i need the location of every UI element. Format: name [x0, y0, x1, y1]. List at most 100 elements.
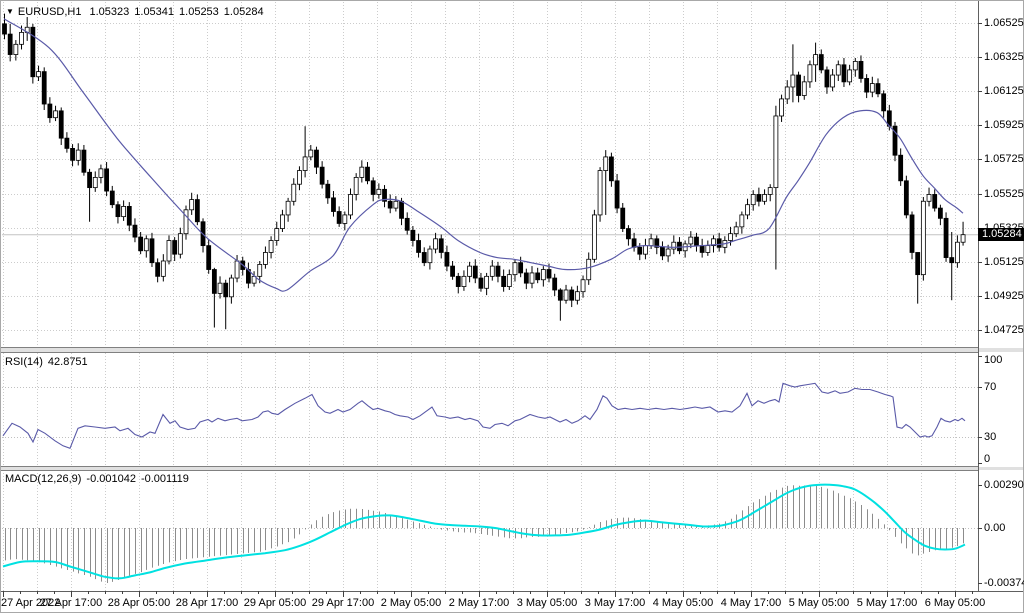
candle	[626, 229, 630, 239]
candle	[388, 201, 392, 208]
rsi-level-label: 0	[984, 453, 990, 466]
candle	[428, 249, 432, 263]
candle	[71, 148, 75, 160]
candle	[451, 266, 455, 276]
candle	[116, 205, 120, 217]
candle	[706, 246, 710, 253]
price-axis-label: 1.05925	[984, 119, 1024, 132]
candle	[763, 194, 767, 201]
candle	[598, 171, 602, 215]
candle	[621, 208, 625, 228]
panel-splitter[interactable]	[0, 467, 1024, 470]
candle	[570, 290, 574, 300]
candle	[422, 252, 426, 262]
candle	[916, 252, 920, 274]
candle	[490, 266, 494, 276]
candle	[224, 283, 228, 297]
candle	[853, 61, 857, 70]
candle	[411, 230, 415, 240]
candle	[615, 181, 619, 208]
symbol-dropdown-icon[interactable]: ▼	[6, 7, 14, 16]
candle	[632, 239, 636, 248]
candle	[93, 177, 97, 187]
candle	[82, 150, 86, 172]
candle	[496, 266, 500, 276]
chart-canvas[interactable]	[0, 0, 1024, 613]
candle	[297, 171, 301, 185]
candle	[184, 210, 188, 234]
candle	[394, 201, 398, 208]
price-axis-label: 1.05525	[984, 188, 1024, 201]
candle	[751, 194, 755, 204]
macd-signal-value: -0.001119	[141, 473, 189, 485]
candle	[76, 150, 80, 160]
candle	[541, 270, 545, 280]
candle	[99, 169, 103, 178]
candle	[178, 234, 182, 254]
candle	[485, 276, 489, 288]
candle	[507, 275, 511, 287]
candle	[859, 61, 863, 78]
candle	[190, 200, 194, 210]
candle	[757, 194, 761, 201]
candle	[819, 55, 823, 70]
price-axis-label: 1.06525	[984, 17, 1024, 30]
candle	[524, 273, 528, 283]
macd-axis-label: 0.00	[984, 522, 1005, 535]
current-price-tag: 1.05284	[978, 228, 1024, 241]
candle	[59, 111, 63, 138]
candle	[882, 94, 886, 111]
candle	[842, 65, 846, 82]
candle	[785, 87, 789, 99]
candle	[343, 215, 347, 224]
candle	[263, 252, 267, 264]
candle	[314, 150, 318, 167]
macd-axis-label: -0.00374	[984, 577, 1024, 590]
candle	[212, 270, 216, 294]
candle	[337, 212, 341, 224]
candle	[530, 273, 534, 283]
candle	[831, 75, 835, 87]
candle	[14, 44, 18, 54]
candle	[904, 181, 908, 215]
rsi-level-label: 100	[984, 354, 1002, 367]
macd-main-value: -0.001042	[86, 473, 136, 485]
chart-header: ▼EURUSD,H11.053231.053411.052531.05284	[6, 5, 269, 19]
candle	[581, 280, 585, 292]
candle	[558, 290, 562, 300]
candle	[42, 72, 46, 104]
panel-splitter[interactable]	[0, 348, 1024, 352]
candle	[360, 167, 364, 177]
candle	[150, 239, 154, 263]
candle	[649, 239, 653, 246]
candle	[309, 150, 313, 157]
candle	[218, 283, 222, 293]
candle	[139, 237, 143, 251]
candle	[694, 237, 698, 246]
price-axis-label: 1.06325	[984, 51, 1024, 64]
candle	[8, 34, 12, 54]
candle	[933, 194, 937, 208]
candle	[366, 167, 370, 181]
candle	[587, 259, 591, 279]
candle	[275, 229, 279, 241]
candle	[592, 215, 596, 259]
candle	[400, 201, 404, 218]
candle	[604, 157, 608, 171]
candle	[938, 208, 942, 218]
candle	[740, 215, 744, 227]
candle	[167, 241, 171, 261]
candle	[547, 270, 551, 279]
candle	[371, 181, 375, 195]
time-axis-label: 6 May 05:00	[910, 597, 1000, 610]
macd-axis-label: 0.002909	[984, 479, 1024, 492]
candle	[780, 99, 784, 116]
candle	[729, 234, 733, 241]
rsi-level-label: 70	[984, 381, 996, 394]
ohlc-high: 1.05341	[134, 6, 174, 18]
candle	[105, 169, 109, 191]
candle	[575, 292, 579, 301]
candle	[961, 235, 965, 243]
rsi-name: RSI(14)	[5, 356, 43, 368]
macd-indicator-label: MACD(12,26,9)-0.001042-0.001119	[5, 473, 194, 486]
